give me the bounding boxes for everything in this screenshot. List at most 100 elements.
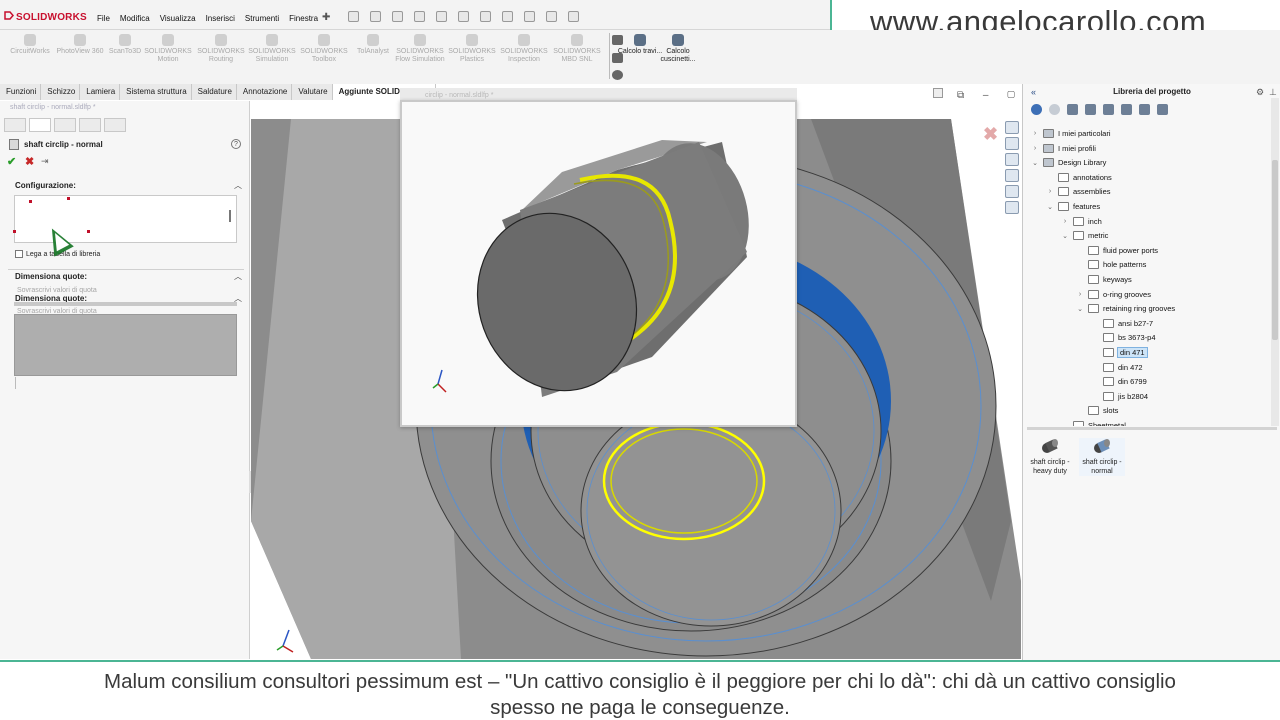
- solidworks-logo[interactable]: SOLIDWORKS: [4, 11, 87, 23]
- library-part-item[interactable]: shaft circlip - normal: [1079, 438, 1125, 476]
- menu-item-modifica[interactable]: Modifica: [120, 14, 150, 23]
- addin-button-6[interactable]: SOLIDWORKS Toolbox: [296, 34, 352, 64]
- addin-button-11[interactable]: SOLIDWORKS MBD SNL: [549, 34, 605, 64]
- select-icon[interactable]: [502, 11, 513, 22]
- tab-valutare[interactable]: Valutare: [292, 84, 333, 100]
- tab-saldature[interactable]: Saldature: [192, 84, 237, 100]
- tree-node[interactable]: ⌄ metric: [1061, 229, 1108, 242]
- addin-button-8[interactable]: SOLIDWORKS Flow Simulation: [392, 34, 448, 64]
- view-settings-icon[interactable]: [933, 88, 943, 98]
- tab-funzioni[interactable]: Funzioni: [0, 84, 42, 100]
- tree-node[interactable]: jis b2804: [1091, 390, 1148, 403]
- tree-node[interactable]: › I miei particolari: [1031, 127, 1111, 140]
- menu-item-strumenti[interactable]: Strumenti: [245, 14, 279, 23]
- ok-button[interactable]: ✔: [7, 155, 16, 168]
- create-folder-icon[interactable]: [1103, 104, 1114, 115]
- tree-node[interactable]: din 471: [1091, 346, 1148, 359]
- menu-item-inserisci[interactable]: Inserisci: [206, 14, 235, 23]
- tree-node[interactable]: ⌄ Design Library: [1031, 156, 1106, 169]
- chevron-up-icon[interactable]: ︿: [234, 271, 242, 282]
- menu-item-visualizza[interactable]: Visualizza: [160, 14, 196, 23]
- chevron-up-icon[interactable]: ︿: [234, 180, 242, 191]
- tree-node[interactable]: keyways: [1076, 273, 1132, 286]
- tree-node[interactable]: bs 3673-p4: [1091, 331, 1156, 344]
- link-checkbox[interactable]: [15, 250, 23, 258]
- pin-icon[interactable]: ✚: [322, 12, 330, 23]
- addin-button-9[interactable]: SOLIDWORKS Plastics: [444, 34, 500, 64]
- tree-node[interactable]: › I miei profili: [1031, 142, 1096, 155]
- tab-schizzo[interactable]: Schizzo: [41, 84, 81, 100]
- configurationmanager-tab[interactable]: [54, 118, 76, 132]
- file-properties-icon[interactable]: [546, 11, 557, 22]
- display-manager-tab[interactable]: [104, 118, 126, 132]
- tab-lamiera[interactable]: Lamiera: [80, 84, 121, 100]
- gear-icon[interactable]: ⚙: [1256, 87, 1264, 98]
- open-icon[interactable]: [392, 11, 403, 22]
- back-icon[interactable]: [1031, 104, 1042, 115]
- undo-icon[interactable]: [458, 11, 469, 22]
- print-icon[interactable]: [436, 11, 447, 22]
- addin-button-0[interactable]: CircuitWorks: [2, 34, 58, 56]
- addin-button-3[interactable]: SOLIDWORKS Motion: [140, 34, 196, 64]
- pane-splitter[interactable]: [1027, 427, 1277, 430]
- tab-annotazione[interactable]: Annotazione: [237, 84, 293, 100]
- redo-icon[interactable]: [480, 11, 491, 22]
- chevron-right-icon[interactable]: ›: [1061, 218, 1069, 225]
- view-palette-icon[interactable]: [1005, 169, 1019, 182]
- tree-node[interactable]: › inch: [1061, 215, 1102, 228]
- add-file-location-icon[interactable]: [1085, 104, 1096, 115]
- tree-node[interactable]: ansi b27-7: [1091, 317, 1153, 330]
- save-icon[interactable]: [414, 11, 425, 22]
- propertymanager-tab[interactable]: [29, 118, 51, 132]
- menu-item-finestra[interactable]: Finestra: [289, 14, 318, 23]
- up-arrow-icon[interactable]: [1139, 104, 1150, 115]
- options-gear-icon[interactable]: [568, 11, 579, 22]
- tree-node[interactable]: din 6799: [1091, 375, 1147, 388]
- solidworks-resources-icon[interactable]: [1005, 121, 1019, 134]
- tree-scrollbar-thumb[interactable]: [1272, 160, 1278, 340]
- addin-button-10[interactable]: SOLIDWORKS Inspection: [496, 34, 552, 64]
- bearing-tool-icon[interactable]: [612, 53, 623, 63]
- add-to-library-icon[interactable]: [1067, 104, 1078, 115]
- featuremanager-tree-tab[interactable]: [4, 118, 26, 132]
- pushpin-icon[interactable]: ⇥: [41, 156, 49, 167]
- list-scrollbar[interactable]: [229, 210, 231, 222]
- chevron-down-icon[interactable]: ⌄: [1046, 203, 1054, 211]
- chevron-down-icon[interactable]: ⌄: [1061, 232, 1069, 240]
- tree-node[interactable]: din 472: [1091, 361, 1143, 374]
- help-icon[interactable]: ?: [231, 139, 241, 149]
- dimension-table[interactable]: [14, 314, 237, 376]
- tree-node[interactable]: ⌄ retaining ring grooves: [1076, 302, 1175, 315]
- tree-node[interactable]: › assemblies: [1046, 185, 1111, 198]
- refresh-icon[interactable]: [1121, 104, 1132, 115]
- addin-button-13[interactable]: Calcolo cuscinetti...: [652, 34, 704, 64]
- chevron-right-icon[interactable]: ›: [1031, 145, 1039, 152]
- tab-sistema-struttura[interactable]: Sistema struttura: [120, 84, 192, 100]
- close-preview-icon[interactable]: ✖: [983, 124, 998, 145]
- file-explorer-icon[interactable]: [1005, 153, 1019, 166]
- dimxpert-tab[interactable]: [79, 118, 101, 132]
- home-icon[interactable]: [348, 11, 359, 22]
- chevron-right-icon[interactable]: ›: [1046, 188, 1054, 195]
- chevron-down-icon[interactable]: ⌄: [1031, 159, 1039, 167]
- tree-node[interactable]: slots: [1076, 404, 1118, 417]
- custom-properties-icon[interactable]: [1005, 201, 1019, 214]
- addin-button-4[interactable]: SOLIDWORKS Routing: [193, 34, 249, 64]
- tree-node[interactable]: › o-ring grooves: [1076, 288, 1151, 301]
- tree-node[interactable]: Sheetmetal: [1061, 419, 1126, 426]
- cancel-button[interactable]: ✖: [25, 155, 34, 168]
- toolbox-icon[interactable]: [1157, 104, 1168, 115]
- chevron-down-icon[interactable]: ⌄: [1076, 305, 1084, 313]
- addin-button-5[interactable]: SOLIDWORKS Simulation: [244, 34, 300, 64]
- chevron-right-icon[interactable]: ›: [1076, 291, 1084, 298]
- beam-tool-icon[interactable]: [612, 35, 623, 45]
- pin-icon[interactable]: ⊥: [1269, 87, 1277, 98]
- new-document-icon[interactable]: [370, 11, 381, 22]
- forward-icon[interactable]: [1049, 104, 1060, 115]
- tree-node[interactable]: hole patterns: [1076, 258, 1146, 271]
- tree-node[interactable]: annotations: [1046, 171, 1112, 184]
- settings-tool-icon[interactable]: [612, 70, 623, 80]
- appearances-icon[interactable]: [1005, 185, 1019, 198]
- design-library-icon[interactable]: [1005, 137, 1019, 150]
- tree-node[interactable]: fluid power ports: [1076, 244, 1158, 257]
